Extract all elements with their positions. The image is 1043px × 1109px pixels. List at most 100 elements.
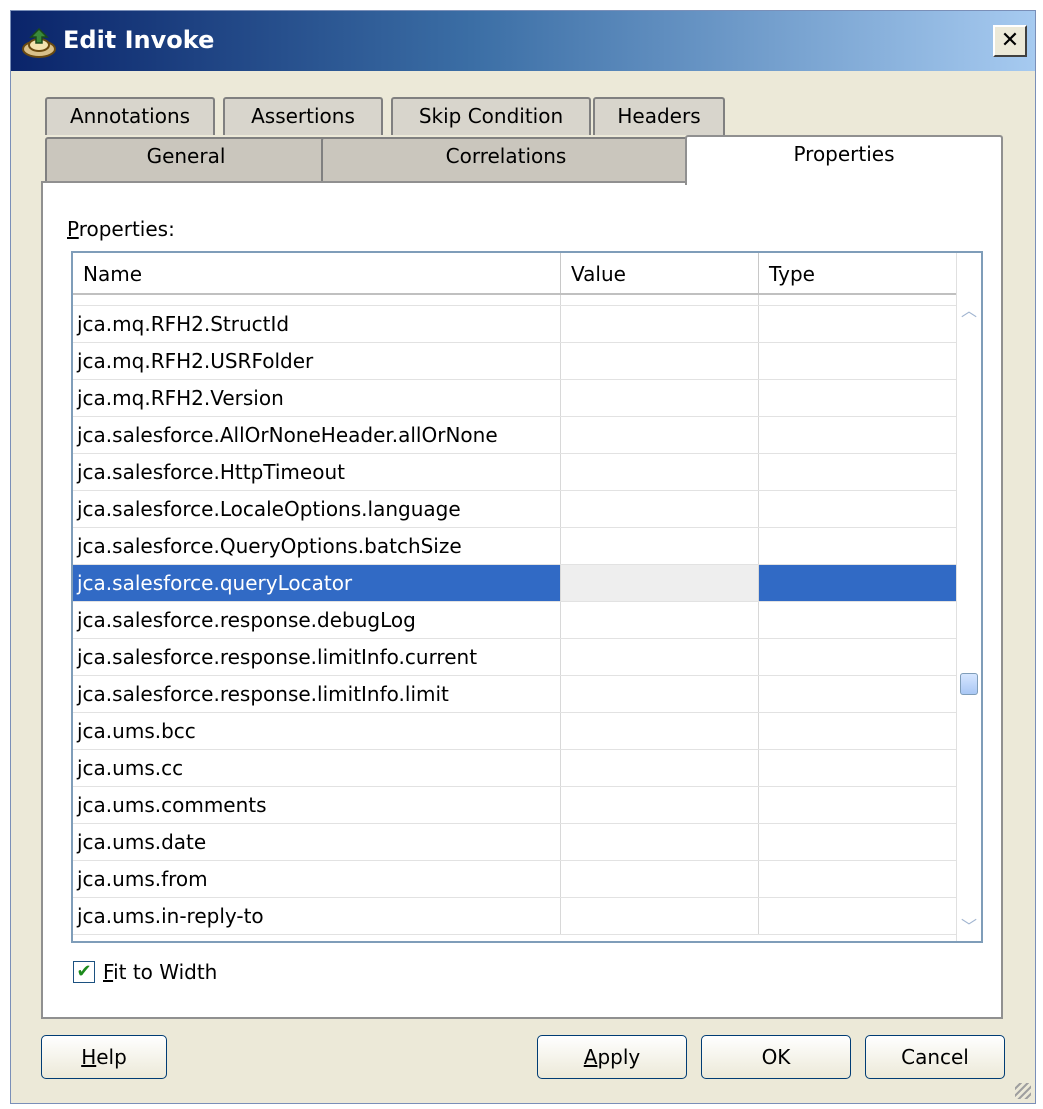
table-row[interactable]: jca.ums.date	[73, 824, 957, 861]
cell-name[interactable]: jca.mq.RFH2.Version	[73, 380, 561, 416]
cell-name[interactable]: jca.mq.RFH2.USRFolder	[73, 343, 561, 379]
cell-name[interactable]: jca.ums.comments	[73, 787, 561, 823]
tab-headers[interactable]: Headers	[593, 97, 725, 135]
cell-value[interactable]	[561, 528, 759, 564]
cell-type[interactable]	[759, 417, 957, 453]
cell-type[interactable]	[759, 565, 957, 601]
cancel-button[interactable]: Cancel	[865, 1035, 1005, 1079]
table-row-selected[interactable]: jca.salesforce.queryLocator	[73, 565, 957, 602]
cell-type[interactable]	[759, 528, 957, 564]
cell-value[interactable]	[561, 491, 759, 527]
table-row[interactable]: jca.ums.comments	[73, 787, 957, 824]
cell-name[interactable]: jca.salesforce.queryLocator	[73, 565, 561, 601]
cell-type[interactable]	[759, 787, 957, 823]
cell-value[interactable]	[561, 306, 759, 342]
cell-value[interactable]	[561, 676, 759, 712]
tab-label: Headers	[617, 104, 701, 128]
table-row[interactable]: jca.ums.bcc	[73, 713, 957, 750]
button-label: OK	[761, 1045, 791, 1069]
cell-name[interactable]: jca.ums.in-reply-to	[73, 898, 561, 934]
tab-label: Annotations	[69, 104, 191, 128]
cell-value[interactable]	[561, 898, 759, 934]
table-row[interactable]: jca.salesforce.response.limitInfo.limit	[73, 676, 957, 713]
cell-name[interactable]: jca.salesforce.response.limitInfo.curren…	[73, 639, 561, 675]
table-row[interactable]: jca.mq.RFH2.USRFolder	[73, 343, 957, 380]
cell-value[interactable]	[561, 824, 759, 860]
cell-name[interactable]: jca.mq.RFH2.StructId	[73, 306, 561, 342]
cell-name[interactable]: jca.ums.from	[73, 861, 561, 897]
tab-label: General	[146, 144, 226, 168]
ok-button[interactable]: OK	[701, 1035, 851, 1079]
table-row[interactable]: jca.salesforce.HttpTimeout	[73, 454, 957, 491]
cell-value[interactable]	[561, 787, 759, 823]
cell-type[interactable]	[759, 676, 957, 712]
help-button[interactable]: Help	[41, 1035, 167, 1079]
cell-name[interactable]: jca.ums.bcc	[73, 713, 561, 749]
cell-value[interactable]	[561, 454, 759, 490]
table-row[interactable]: jca.ums.in-reply-to	[73, 898, 957, 935]
fit-to-width-label[interactable]: Fit to Width	[103, 959, 217, 985]
cell-value[interactable]	[561, 750, 759, 786]
table-row[interactable]: jca.salesforce.AllOrNoneHeader.allOrNone	[73, 417, 957, 454]
properties-table[interactable]: Name Value Type jca.mq.RFH2.StructId jca.…	[71, 251, 983, 943]
cell-name[interactable]: jca.salesforce.AllOrNoneHeader.allOrNone	[73, 417, 561, 453]
apply-button[interactable]: Apply	[537, 1035, 687, 1079]
cell-value[interactable]	[561, 380, 759, 416]
cell-type[interactable]	[759, 306, 957, 342]
tab-general[interactable]: General	[45, 137, 327, 183]
cell-type[interactable]	[759, 602, 957, 638]
cell-value[interactable]	[561, 602, 759, 638]
tab-label: Properties	[793, 142, 895, 166]
vertical-scrollbar[interactable]: ︿ ﹀	[956, 253, 981, 941]
cell-type[interactable]	[759, 380, 957, 416]
properties-label: Properties:	[67, 217, 175, 241]
column-header-type[interactable]: Type	[759, 253, 957, 293]
table-row[interactable]: jca.salesforce.QueryOptions.batchSize	[73, 528, 957, 565]
table-row[interactable]: jca.mq.RFH2.Version	[73, 380, 957, 417]
cell-value[interactable]	[561, 861, 759, 897]
cell-type[interactable]	[759, 343, 957, 379]
column-header-value[interactable]: Value	[561, 253, 759, 293]
tab-correlations[interactable]: Correlations	[321, 137, 691, 183]
cell-type[interactable]	[759, 639, 957, 675]
table-row[interactable]: jca.ums.cc	[73, 750, 957, 787]
tab-assertions[interactable]: Assertions	[223, 97, 383, 135]
cell-value[interactable]	[561, 713, 759, 749]
fit-to-width-checkbox[interactable]: ✔	[73, 961, 95, 983]
cell-value[interactable]	[561, 639, 759, 675]
column-header-name[interactable]: Name	[73, 253, 561, 293]
tab-properties[interactable]: Properties	[685, 135, 1003, 185]
title-bar[interactable]: Edit Invoke ✕	[11, 11, 1035, 71]
resize-grip-icon[interactable]	[1015, 1083, 1031, 1099]
cell-type[interactable]	[759, 898, 957, 934]
scroll-thumb[interactable]	[960, 672, 978, 695]
cell-type[interactable]	[759, 454, 957, 490]
close-button[interactable]: ✕	[993, 25, 1027, 57]
tab-skip-condition[interactable]: Skip Condition	[391, 97, 591, 135]
cell-type[interactable]	[759, 491, 957, 527]
cell-value[interactable]	[561, 343, 759, 379]
scroll-down-icon[interactable]: ﹀	[959, 913, 979, 936]
button-label: Cancel	[901, 1045, 969, 1069]
cell-type[interactable]	[759, 713, 957, 749]
cell-value[interactable]	[561, 565, 759, 601]
table-row[interactable]: jca.salesforce.response.debugLog	[73, 602, 957, 639]
cell-type[interactable]	[759, 750, 957, 786]
cell-name	[73, 295, 561, 305]
table-row[interactable]: jca.mq.RFH2.StructId	[73, 306, 957, 343]
table-row[interactable]: jca.ums.from	[73, 861, 957, 898]
tab-annotations[interactable]: Annotations	[45, 97, 215, 135]
cell-name[interactable]: jca.ums.date	[73, 824, 561, 860]
cell-name[interactable]: jca.salesforce.response.debugLog	[73, 602, 561, 638]
table-row[interactable]: jca.salesforce.response.limitInfo.curren…	[73, 639, 957, 676]
cell-name[interactable]: jca.salesforce.LocaleOptions.language	[73, 491, 561, 527]
cell-name[interactable]: jca.salesforce.HttpTimeout	[73, 454, 561, 490]
cell-name[interactable]: jca.ums.cc	[73, 750, 561, 786]
scroll-up-icon[interactable]: ︿	[959, 297, 979, 320]
cell-name[interactable]: jca.salesforce.response.limitInfo.limit	[73, 676, 561, 712]
cell-type[interactable]	[759, 824, 957, 860]
cell-value[interactable]	[561, 417, 759, 453]
cell-type[interactable]	[759, 861, 957, 897]
table-row[interactable]: jca.salesforce.LocaleOptions.language	[73, 491, 957, 528]
cell-name[interactable]: jca.salesforce.QueryOptions.batchSize	[73, 528, 561, 564]
